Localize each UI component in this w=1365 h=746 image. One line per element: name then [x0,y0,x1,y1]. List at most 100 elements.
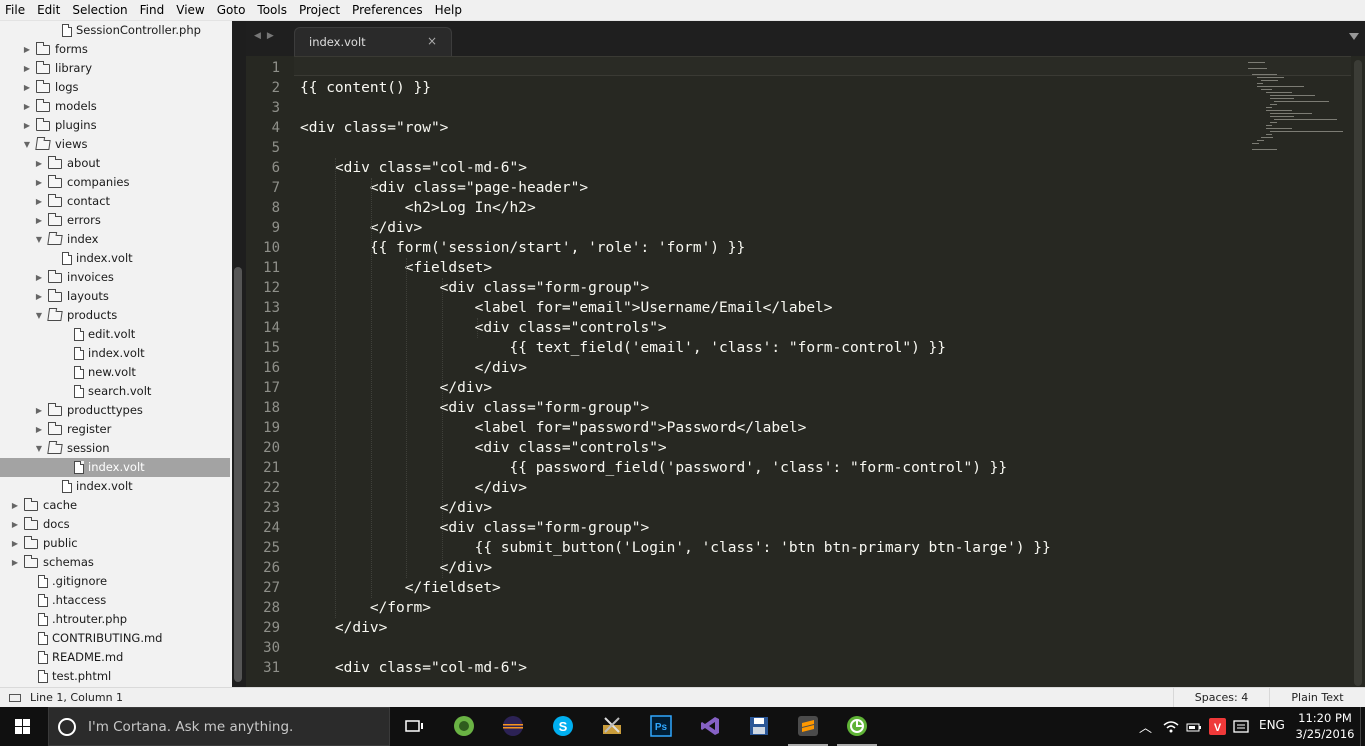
code-line[interactable]: <fieldset> [300,258,492,278]
code-line[interactable]: <div class="form-group"> [300,518,650,538]
language-indicator[interactable]: ENG [1259,718,1285,746]
taskbar-app-browser[interactable] [833,707,881,746]
sidebar-folder[interactable]: ▼ products [0,306,230,325]
sidebar-file[interactable]: .htrouter.php [0,610,230,629]
chevron-right-icon[interactable]: ▶ [34,211,44,230]
sidebar-folder[interactable]: ▶ companies [0,173,230,192]
sidebar-folder[interactable]: ▶ schemas [0,553,230,572]
menu-edit[interactable]: Edit [31,0,66,21]
menu-view[interactable]: View [170,0,210,21]
sidebar-file[interactable]: index.volt [0,458,230,477]
code-line[interactable]: </div> [300,558,492,578]
clock[interactable]: 11:20 PM 3/25/2016 [1290,710,1360,742]
code-line[interactable]: <div class="col-md-6"> [300,158,527,178]
code-line[interactable]: </div> [300,218,422,238]
vivaldi-icon[interactable]: V [1209,718,1226,735]
menu-project[interactable]: Project [293,0,346,21]
wifi-icon[interactable] [1163,719,1179,735]
code-editor[interactable]: 1 2 3 4 5 6 7 8 9 10 11 12 13 14 15 16 17 18 19 20 21 22 23 24 2… [246,56,1365,687]
tab-list-dropdown-icon[interactable] [1349,33,1359,40]
sidebar-file[interactable]: .gitignore [0,572,230,591]
chevron-right-icon[interactable]: ▶ [22,59,32,78]
chevron-right-icon[interactable]: ▶ [10,496,20,515]
sidebar-file[interactable]: index.volt [0,249,230,268]
sidebar-folder[interactable]: ▶ models [0,97,230,116]
notification-icon[interactable] [1233,719,1249,735]
chevron-right-icon[interactable]: ▶ [22,78,32,97]
sidebar-folder[interactable]: ▶ cache [0,496,230,515]
sidebar-folder[interactable]: ▶ producttypes [0,401,230,420]
menu-help[interactable]: Help [429,0,468,21]
cortana-search-box[interactable]: I'm Cortana. Ask me anything. [48,707,390,746]
code-line[interactable]: <div class="controls"> [300,318,667,338]
taskbar-app-visual-studio[interactable] [686,707,734,746]
chevron-right-icon[interactable]: ▶ [34,173,44,192]
menu-tools[interactable]: Tools [251,0,293,21]
sidebar-folder[interactable]: ▶ about [0,154,230,173]
taskbar-app-eclipse[interactable] [489,707,537,746]
code-line[interactable]: <div class="col-md-6"> [300,658,527,678]
chevron-down-icon[interactable]: ▼ [34,230,44,249]
code-line[interactable]: <div class="page-header"> [300,178,588,198]
sidebar-scrollbar-thumb[interactable] [234,267,242,682]
code-line[interactable]: {{ text_field('email', 'class': "form-co… [300,338,947,358]
sidebar-folder[interactable]: ▶ register [0,420,230,439]
sidebar-file[interactable]: edit.volt [0,325,230,344]
show-desktop-button[interactable] [1360,707,1365,746]
taskbar-app-skype[interactable]: S [539,707,587,746]
chevron-right-icon[interactable]: ▶ [22,116,32,135]
sidebar-file[interactable]: index.volt [0,477,230,496]
task-view-button[interactable] [390,707,438,746]
chevron-right-icon[interactable]: ▶ [34,192,44,211]
sidebar-folder[interactable]: ▶ forms [0,40,230,59]
menu-goto[interactable]: Goto [211,0,252,21]
editor-scrollbar-thumb[interactable] [1354,60,1362,686]
chevron-down-icon[interactable]: ▼ [34,439,44,458]
sidebar-file[interactable]: SessionController.php [0,21,230,40]
chevron-right-icon[interactable]: ▶ [34,287,44,306]
indentation-setting[interactable]: Spaces: 4 [1173,688,1269,708]
chevron-right-icon[interactable]: ▶ [22,97,32,116]
chevron-right-icon[interactable]: ▶ [10,515,20,534]
chevron-right-icon[interactable]: ▶ [10,553,20,572]
chevron-right-icon[interactable]: ▶ [34,401,44,420]
chevron-right-icon[interactable]: ▶ [34,154,44,173]
sidebar-folder[interactable]: ▶ contact [0,192,230,211]
taskbar-app-android-studio[interactable] [440,707,488,746]
battery-plug-icon[interactable] [1186,719,1202,735]
code-line[interactable]: </div> [300,378,492,398]
panel-toggle-icon[interactable] [9,694,21,702]
taskbar-app-sublime-text[interactable] [784,707,832,746]
code-line[interactable]: {{ form('session/start', 'role': 'form')… [300,238,745,258]
sidebar-folder[interactable]: ▼ index [0,230,230,249]
sidebar-file[interactable]: .htaccess [0,591,230,610]
code-line[interactable]: </div> [300,618,387,638]
menu-find[interactable]: Find [134,0,171,21]
chevron-up-icon[interactable]: ︿ [1139,717,1152,746]
sidebar-file[interactable]: CONTRIBUTING.md [0,629,230,648]
sidebar-folder[interactable]: ▶ docs [0,515,230,534]
sidebar-folder[interactable]: ▶ layouts [0,287,230,306]
sidebar-folder[interactable]: ▶ errors [0,211,230,230]
syntax-selector[interactable]: Plain Text [1269,688,1365,708]
chevron-down-icon[interactable]: ▼ [22,135,32,154]
menu-preferences[interactable]: Preferences [346,0,429,21]
chevron-right-icon[interactable]: ▶ [34,268,44,287]
code-line[interactable]: {{ content() }} [300,78,431,98]
minimap[interactable] [1248,56,1348,166]
code-line[interactable]: <label for="email">Username/Email</label… [300,298,833,318]
sidebar-file[interactable]: new.volt [0,363,230,382]
sidebar-folder[interactable]: ▶ logs [0,78,230,97]
tab-nav-arrows-icon[interactable]: ◀▶ [254,31,280,41]
taskbar-app-photoshop[interactable]: Ps [637,707,685,746]
code-line[interactable]: </fieldset> [300,578,501,598]
code-line[interactable]: </form> [300,598,431,618]
sidebar-folder[interactable]: ▼ views [0,135,230,154]
close-icon[interactable]: × [427,34,437,48]
chevron-right-icon[interactable]: ▶ [22,40,32,59]
start-button[interactable] [0,707,48,746]
code-line[interactable]: </div> [300,498,492,518]
sidebar-folder[interactable]: ▼ session [0,439,230,458]
code-line[interactable]: <div class="controls"> [300,438,667,458]
code-line[interactable]: </div> [300,358,527,378]
